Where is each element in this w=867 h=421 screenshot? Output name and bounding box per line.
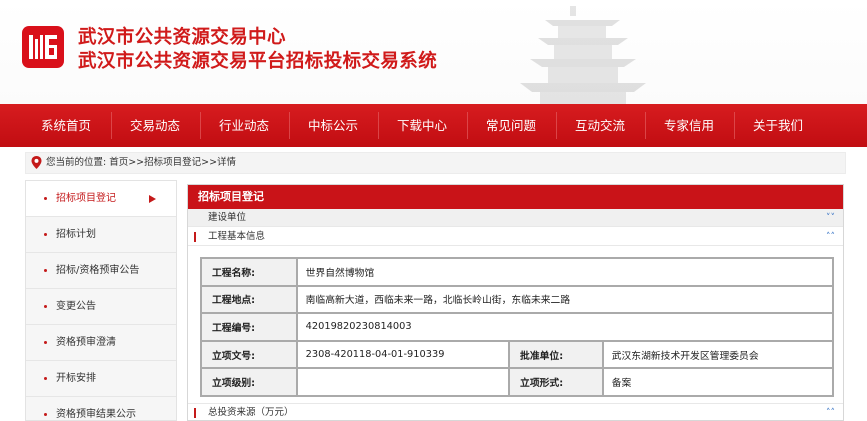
nav-about[interactable]: 关于我们 (734, 104, 822, 147)
location-pin-icon (31, 156, 42, 169)
sidebar-item-label: 资格预审澄清 (56, 337, 116, 348)
table-row: 工程地点: 南临高新大道，西临未来一路，北临长岭山街，东临未来二路 (200, 284, 835, 315)
project-info-table: 工程名称: 世界自然博物馆 工程地点: 南临高新大道，西临未来一路，北临长岭山街… (200, 257, 835, 397)
nav-expert-credit[interactable]: 专家信用 (645, 104, 733, 147)
panel-title: 招标项目登记 (188, 185, 843, 209)
bullet-icon (44, 269, 47, 272)
section-label: 建设单位 (208, 212, 247, 223)
field-label: 工程编号: (200, 312, 298, 342)
sidebar-item-label: 招标项目登记 (56, 193, 116, 204)
site-header: 武汉市公共资源交易中心 武汉市公共资源交易平台招标投标交易系统 (0, 0, 867, 104)
chevron-down-icon[interactable]: ˅˅ (826, 209, 835, 227)
sidebar-item-label: 资格预审结果公示 (56, 409, 136, 420)
nav-faq[interactable]: 常见问题 (467, 104, 555, 147)
chevron-up-icon[interactable]: ˄˄ (826, 228, 835, 246)
sidebar-item-label: 开标安排 (56, 373, 96, 384)
section-marker (194, 408, 196, 418)
field-value: 武汉东湖新技术开发区管理委员会 (601, 339, 835, 370)
table-row: 立项文号: 2308-420118-04-01-910339 批准单位: 武汉东… (200, 339, 835, 370)
bullet-icon (44, 341, 47, 344)
section-basic-info[interactable]: 工程基本信息 ˄˄ (188, 228, 843, 246)
sidebar-item-label: 招标计划 (56, 229, 96, 240)
site-logo-icon[interactable] (22, 26, 64, 68)
detail-panel: 招标项目登记 建设单位 ˅˅ 工程基本信息 ˄˄ 工程名称: 世界自然博物馆 工… (187, 184, 844, 421)
sidebar-item-bid-plan[interactable]: 招标计划 (26, 217, 176, 253)
section-investment[interactable]: 总投资来源（万元） ˄˄ (188, 403, 843, 420)
nav-award-notice[interactable]: 中标公示 (289, 104, 377, 147)
field-value: 42019820230814003 (295, 312, 835, 342)
field-label: 立项文号: (200, 339, 298, 370)
sidebar-item-prequal-notice[interactable]: 招标/资格预审公告 (26, 253, 176, 289)
breadcrumb: 您当前的位置: 首页>>招标项目登记>>详情 (25, 152, 846, 174)
section-builder[interactable]: 建设单位 ˅˅ (188, 209, 843, 227)
breadcrumb-text[interactable]: 您当前的位置: 首页>>招标项目登记>>详情 (46, 153, 236, 173)
bullet-icon (44, 413, 47, 416)
sidebar-item-label: 招标/资格预审公告 (56, 265, 140, 276)
field-label: 批准单位: (508, 339, 604, 370)
sidebar-item-label: 变更公告 (56, 301, 96, 312)
field-value: 备案 (601, 367, 835, 397)
field-value (295, 367, 511, 397)
field-value: 2308-420118-04-01-910339 (295, 339, 511, 370)
sidebar-item-prequal-result[interactable]: 资格预审结果公示 (26, 397, 176, 420)
field-label: 立项形式: (508, 367, 604, 397)
field-label: 工程地点: (200, 284, 298, 315)
section-label: 总投资来源（万元） (208, 407, 294, 418)
field-value: 世界自然博物馆 (295, 257, 835, 287)
bullet-icon (44, 377, 47, 380)
nav-download[interactable]: 下载中心 (378, 104, 466, 147)
chevron-up-icon[interactable]: ˄˄ (826, 404, 835, 420)
sidebar-item-prequal-clarify[interactable]: 资格预审澄清 (26, 325, 176, 361)
nav-industry-news[interactable]: 行业动态 (200, 104, 288, 147)
bullet-icon (44, 305, 47, 308)
nav-trade-news[interactable]: 交易动态 (111, 104, 199, 147)
section-marker (194, 232, 196, 242)
main-nav: 系统首页 交易动态 行业动态 中标公示 下载中心 常见问题 互动交流 专家信用 … (0, 104, 867, 147)
sidebar-item-project-registration[interactable]: 招标项目登记 (26, 181, 176, 217)
section-label: 工程基本信息 (208, 231, 266, 242)
field-label: 立项级别: (200, 367, 298, 397)
arrow-right-icon (149, 195, 156, 203)
site-title-secondary: 武汉市公共资源交易平台招标投标交易系统 (78, 51, 438, 72)
bullet-icon (44, 233, 47, 236)
table-row: 工程名称: 世界自然博物馆 (200, 257, 835, 287)
sidebar-item-change-notice[interactable]: 变更公告 (26, 289, 176, 325)
field-label: 工程名称: (200, 257, 298, 287)
nav-interaction[interactable]: 互动交流 (556, 104, 644, 147)
table-row: 工程编号: 42019820230814003 (200, 312, 835, 342)
bullet-icon (44, 197, 47, 200)
site-title-primary: 武汉市公共资源交易中心 (78, 27, 286, 48)
yellow-crane-tower-watermark-icon (520, 6, 646, 104)
sidebar-menu: 招标项目登记 招标计划 招标/资格预审公告 变更公告 资格预审澄清 开标安排 资… (25, 180, 177, 421)
field-value: 南临高新大道，西临未来一路，北临长岭山街，东临未来二路 (295, 284, 835, 315)
sidebar-item-opening-schedule[interactable]: 开标安排 (26, 361, 176, 397)
table-row: 立项级别: 立项形式: 备案 (200, 367, 835, 397)
nav-home[interactable]: 系统首页 (22, 104, 110, 147)
